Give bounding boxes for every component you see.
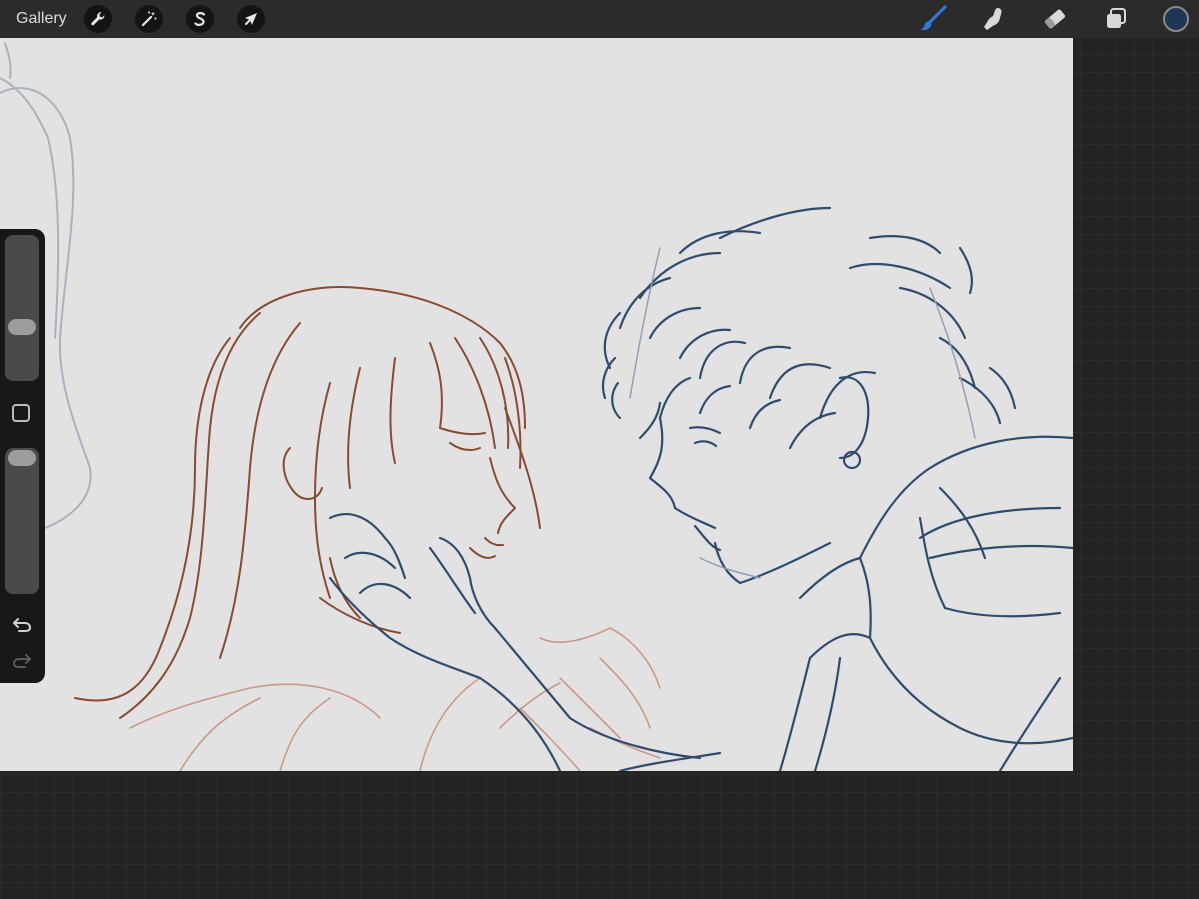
undo-icon[interactable]	[11, 613, 33, 635]
eraser-button[interactable]	[1039, 4, 1071, 34]
gallery-button[interactable]: Gallery	[16, 10, 67, 28]
left-sidebar	[0, 229, 45, 683]
redo-icon[interactable]	[11, 649, 33, 671]
color-picker-button[interactable]	[1163, 6, 1189, 32]
brush-icon	[920, 5, 947, 30]
brush-size-thumb[interactable]	[8, 319, 36, 335]
sketch-artwork	[0, 42, 1073, 771]
wrench-icon	[91, 12, 105, 26]
arrow-cursor-icon	[245, 13, 257, 25]
layers-icon	[1107, 8, 1126, 28]
selection-s-icon	[194, 12, 206, 26]
drawing-canvas[interactable]	[0, 38, 1073, 771]
selection-button[interactable]	[186, 5, 214, 33]
layers-button[interactable]	[1100, 4, 1132, 34]
top-toolbar: Gallery	[0, 0, 1199, 38]
transform-button[interactable]	[237, 5, 265, 33]
modify-button[interactable]	[12, 404, 30, 422]
opacity-slider[interactable]	[5, 448, 39, 594]
brush-button[interactable]	[917, 4, 949, 34]
actions-button[interactable]	[84, 5, 112, 33]
brush-size-slider[interactable]	[5, 235, 39, 381]
magic-wand-icon	[141, 11, 157, 27]
smudge-button[interactable]	[978, 4, 1010, 34]
opacity-thumb[interactable]	[8, 450, 36, 466]
adjustments-button[interactable]	[135, 5, 163, 33]
smudge-finger-icon	[984, 8, 1002, 30]
eraser-icon	[1044, 9, 1066, 29]
